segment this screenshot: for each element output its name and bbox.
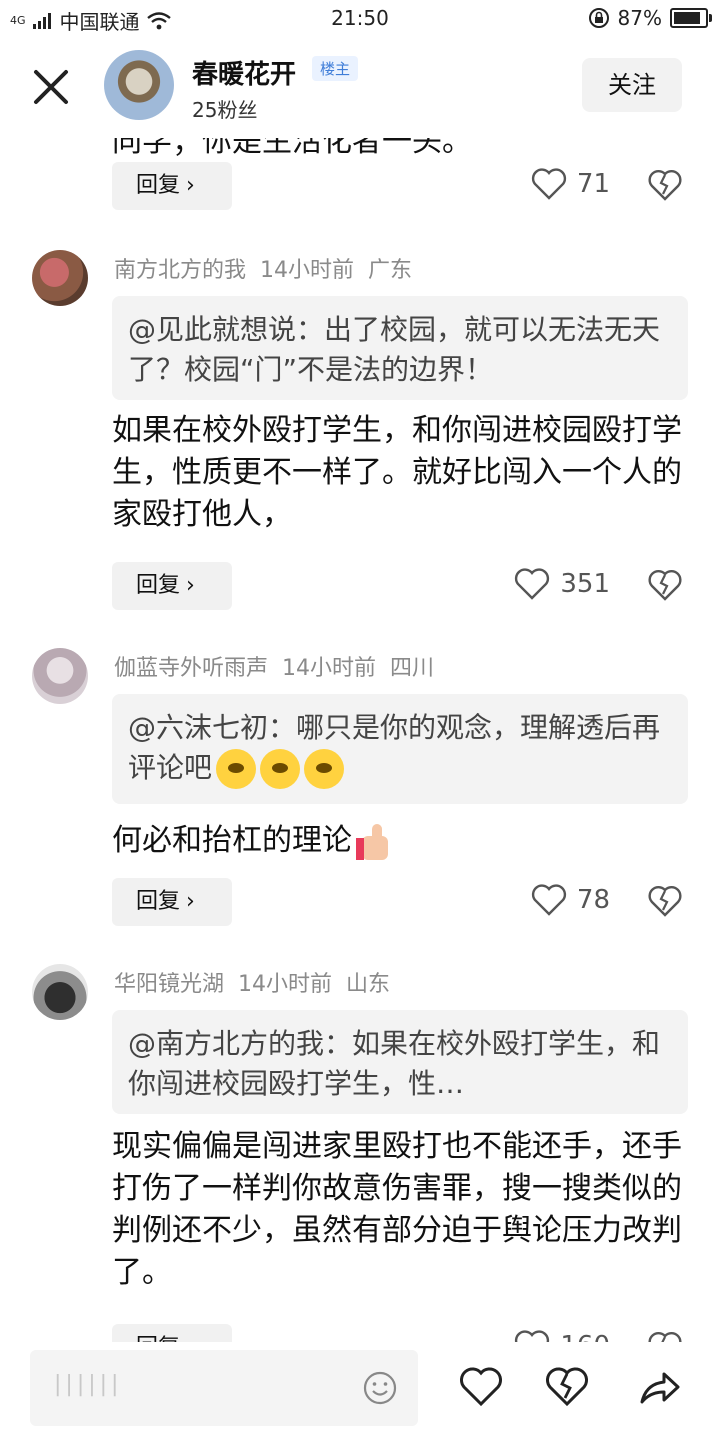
quoted-comment[interactable]: @六沫七初：哪只是你的观念，理解透后再评论吧 <box>112 694 688 804</box>
rotation-lock-icon <box>588 8 609 28</box>
like-count: 160 <box>560 1331 610 1342</box>
comment-input[interactable]: |||||| <box>30 1350 418 1426</box>
thumbs-up-icon <box>356 822 392 862</box>
comment-body: 现实偏偏是闯进家里殴打也不能还手，还手打伤了一样判你故意伤害罪，搜一搜类似的判例… <box>112 1129 682 1290</box>
battery-fill <box>674 12 701 24</box>
comment-location: 山东 <box>346 972 391 997</box>
like-count: 78 <box>576 885 610 915</box>
reply-label: 回复 <box>136 889 181 914</box>
bottom-action-bar: |||||| <box>0 1342 720 1440</box>
reply-button[interactable]: 回复› <box>112 562 232 610</box>
thread-header: 春暖花开 楼主 25粉丝 关注 <box>0 36 720 138</box>
shush-emoji-icon <box>304 749 345 789</box>
chevron-right-icon: › <box>186 173 195 198</box>
like-button[interactable]: 351 <box>514 568 610 600</box>
comment-feed[interactable]: 同学；你是生活化者一头。 回复 › 71 南方北方的我 14小时前 广东 @见此就想说… <box>0 138 720 1342</box>
comment-meta: 伽蓝寺外听雨声 14小时前 四川 <box>114 650 448 682</box>
heart-icon <box>515 568 550 600</box>
status-bar: 4G 中国联通 21:50 87% <box>0 0 720 36</box>
broken-heart-icon[interactable] <box>648 884 682 918</box>
follow-button[interactable]: 关注 <box>582 58 682 112</box>
comment-location: 四川 <box>390 656 435 681</box>
comment-text: 何必和抬杠的理论 <box>112 823 352 858</box>
quoted-text: @六沫七初：哪只是你的观念，理解透后再评论吧 <box>128 711 661 784</box>
author-name[interactable]: 春暖花开 <box>192 54 296 91</box>
reply-button[interactable]: 回复› <box>112 878 232 926</box>
like-button[interactable]: 78 <box>531 884 610 916</box>
battery-icon <box>670 8 712 28</box>
battery-percent: 87% <box>617 6 662 30</box>
shush-emoji-icon <box>216 749 257 789</box>
commenter-avatar[interactable] <box>32 648 88 704</box>
close-icon[interactable] <box>30 66 72 108</box>
broken-heart-icon[interactable] <box>648 168 682 202</box>
reply-button[interactable]: 回复› <box>112 162 232 210</box>
heart-icon[interactable] <box>458 1364 504 1410</box>
quoted-comment[interactable]: @南方北方的我：如果在校外殴打学生，和你闯进校园殴打学生，性… <box>112 1010 688 1114</box>
input-placeholder: |||||| <box>54 1372 123 1397</box>
commenter-name[interactable]: 华阳镜光湖 <box>114 972 224 997</box>
like-count: 351 <box>560 569 610 599</box>
reply-label: 回复 <box>136 173 181 198</box>
heart-icon <box>531 884 566 916</box>
chevron-right-icon: › <box>186 889 195 914</box>
comment-meta: 华阳镜光湖 14小时前 山东 <box>114 966 404 998</box>
comment-actions: 回复 › 78 <box>0 878 720 926</box>
comment-meta: 南方北方的我 14小时前 广东 <box>114 252 426 284</box>
comment-time: 14小时前 <box>238 972 333 997</box>
like-button[interactable]: 160 <box>514 1330 610 1342</box>
broken-heart-icon[interactable] <box>544 1364 590 1410</box>
comment-actions: 回复 › 351 <box>0 562 720 610</box>
like-count: 71 <box>576 169 610 199</box>
shush-emoji-icon <box>260 749 301 789</box>
commenter-avatar[interactable] <box>32 964 88 1020</box>
reply-label: 回复 <box>136 1335 180 1342</box>
comment-actions: 回复 › 160 <box>0 1324 720 1342</box>
host-badge: 楼主 <box>312 56 359 81</box>
status-right: 87% <box>588 6 712 30</box>
reply-label: 回复 <box>136 573 181 598</box>
quoted-comment[interactable]: @见此就想说：出了校园，就可以无法无天了？校园“门”不是法的边界！ <box>112 296 688 400</box>
fans-count: 25粉丝 <box>192 98 258 122</box>
reply-button[interactable]: 回复 › <box>112 1324 232 1342</box>
smiley-icon[interactable] <box>362 1370 398 1406</box>
chevron-right-icon: › <box>186 1335 195 1342</box>
heart-icon <box>515 1330 550 1342</box>
commenter-name[interactable]: 伽蓝寺外听雨声 <box>114 656 268 681</box>
broken-heart-icon[interactable] <box>648 568 682 602</box>
commenter-avatar[interactable] <box>32 250 88 306</box>
heart-icon <box>531 168 566 200</box>
comment-time: 14小时前 <box>260 258 355 283</box>
partial-comment-text: 同学；你是生活化者一头。 <box>112 138 472 159</box>
broken-heart-icon[interactable] <box>648 1330 682 1342</box>
chevron-right-icon: › <box>186 573 195 598</box>
author-avatar[interactable] <box>104 50 174 120</box>
comment-actions: 回复 › 71 <box>0 162 720 210</box>
comment-location: 广东 <box>368 258 413 283</box>
like-button[interactable]: 71 <box>531 168 610 200</box>
comment-body: 何必和抬杠的理论 <box>112 820 682 862</box>
comment-time: 14小时前 <box>282 656 377 681</box>
comment-body: 如果在校外殴打学生，和你闯进校园殴打学生，性质更不一样了。就好比闯入一个人的家殴… <box>112 413 682 532</box>
share-icon[interactable] <box>636 1364 682 1410</box>
commenter-name[interactable]: 南方北方的我 <box>114 258 246 283</box>
